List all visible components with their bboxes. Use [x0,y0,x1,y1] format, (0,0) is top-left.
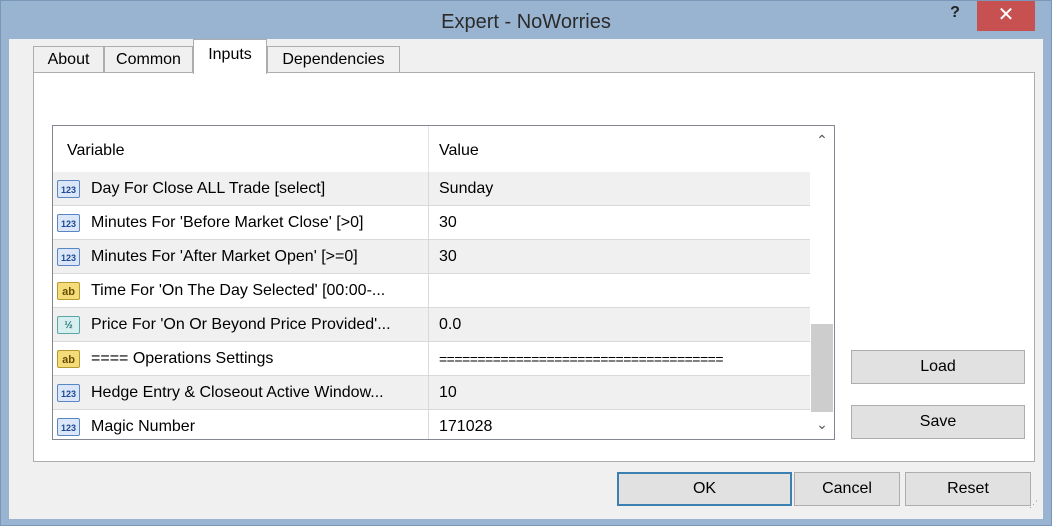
grid-row[interactable]: 123 Minutes For 'Before Market Close' [>0… [53,206,810,240]
close-button[interactable]: ✕ [977,1,1035,31]
integer-type-icon: 123 [57,248,80,266]
variable-cell: ab Time For 'On The Day Selected' [00:00-… [53,274,429,308]
variable-value[interactable]: 171028 [439,410,492,439]
variable-cell: 123 Day For Close ALL Trade [select] [53,172,429,206]
vertical-scrollbar[interactable]: ⌃ ⌄ [810,126,834,439]
grid-row[interactable]: 123 Magic Number 171028 [53,410,810,439]
variable-name: Minutes For 'After Market Open' [>=0] [91,248,358,265]
ok-button[interactable]: OK [617,472,792,506]
variable-name: Time For 'On The Day Selected' [00:00-..… [91,282,386,299]
integer-type-icon: 123 [57,418,80,436]
variable-name: Day For Close ALL Trade [select] [91,180,326,197]
tab-common[interactable]: Common [104,46,193,72]
variable-cell: 123 Magic Number [53,410,429,439]
variable-name: Price For 'On Or Beyond Price Provided'.… [91,316,391,333]
value-cell[interactable]: 30 [429,206,810,240]
value-cell[interactable]: 30 [429,240,810,274]
cancel-button[interactable]: Cancel [794,472,900,506]
grid-row[interactable]: 123 Day For Close ALL Trade [select] Sund… [53,172,810,206]
variable-cell: 123 Minutes For 'After Market Open' [>=0] [53,240,429,274]
variable-value[interactable]: ===================================== [439,342,724,376]
variable-cell: ½ Price For 'On Or Beyond Price Provided'… [53,308,429,342]
double-type-icon: ½ [57,316,80,334]
variable-value[interactable]: 30 [439,240,457,274]
integer-type-icon: 123 [57,180,80,198]
variable-name: Hedge Entry & Closeout Active Window... [91,384,384,401]
load-button[interactable]: Load [851,350,1025,384]
grid-header: Variable Value [53,126,810,172]
title-bar[interactable]: Expert - NoWorries ? ✕ [1,1,1051,39]
value-cell[interactable]: 171028 [429,410,810,439]
variable-name: Magic Number [91,418,196,435]
variable-value[interactable]: 0.0 [439,308,461,342]
scrollbar-thumb[interactable] [811,324,833,412]
string-type-icon: ab [57,282,80,300]
variable-value[interactable]: 10 [439,376,457,410]
tab-dependencies[interactable]: Dependencies [267,46,400,72]
column-header-variable[interactable]: Variable [67,126,125,176]
variable-name: Minutes For 'Before Market Close' [>0] [91,214,364,231]
grid-row[interactable]: ½ Price For 'On Or Beyond Price Provided'… [53,308,810,342]
integer-type-icon: 123 [57,384,80,402]
scroll-up-arrow-icon[interactable]: ⌃ [810,132,834,154]
grid-row[interactable]: 123 Minutes For 'After Market Open' [>=0]… [53,240,810,274]
expert-dialog: Expert - NoWorries ? ✕ About Common Inpu… [0,0,1052,526]
tab-inputs[interactable]: Inputs [193,39,267,74]
integer-type-icon: 123 [57,214,80,232]
value-cell[interactable]: 0.0 [429,308,810,342]
grid-row[interactable]: ab Time For 'On The Day Selected' [00:00-… [53,274,810,308]
variable-cell: 123 Minutes For 'Before Market Close' [>0… [53,206,429,240]
grid-row[interactable]: ab ==== Operations Settings =============… [53,342,810,376]
save-button[interactable]: Save [851,405,1025,439]
variable-cell: ab ==== Operations Settings [53,342,429,376]
help-button[interactable]: ? [935,1,975,31]
tab-about[interactable]: About [33,46,104,72]
value-cell[interactable]: ===================================== [429,342,810,376]
column-divider[interactable] [428,126,429,172]
value-cell[interactable]: Sunday [429,172,810,206]
variable-value[interactable]: Sunday [439,172,493,206]
variable-cell: 123 Hedge Entry & Closeout Active Window.… [53,376,429,410]
value-cell[interactable]: 10 [429,376,810,410]
window-title: Expert - NoWorries [441,11,611,33]
variable-name: ==== Operations Settings [91,350,274,367]
reset-button[interactable]: Reset [905,472,1031,506]
value-cell[interactable] [429,274,810,308]
variable-value[interactable]: 30 [439,206,457,240]
grid-row[interactable]: 123 Hedge Entry & Closeout Active Window.… [53,376,810,410]
string-type-icon: ab [57,350,80,368]
column-header-value[interactable]: Value [439,126,479,176]
scroll-down-arrow-icon[interactable]: ⌄ [810,416,834,438]
inputs-grid[interactable]: Variable Value 123 Day For Close ALL Trad… [52,125,835,440]
